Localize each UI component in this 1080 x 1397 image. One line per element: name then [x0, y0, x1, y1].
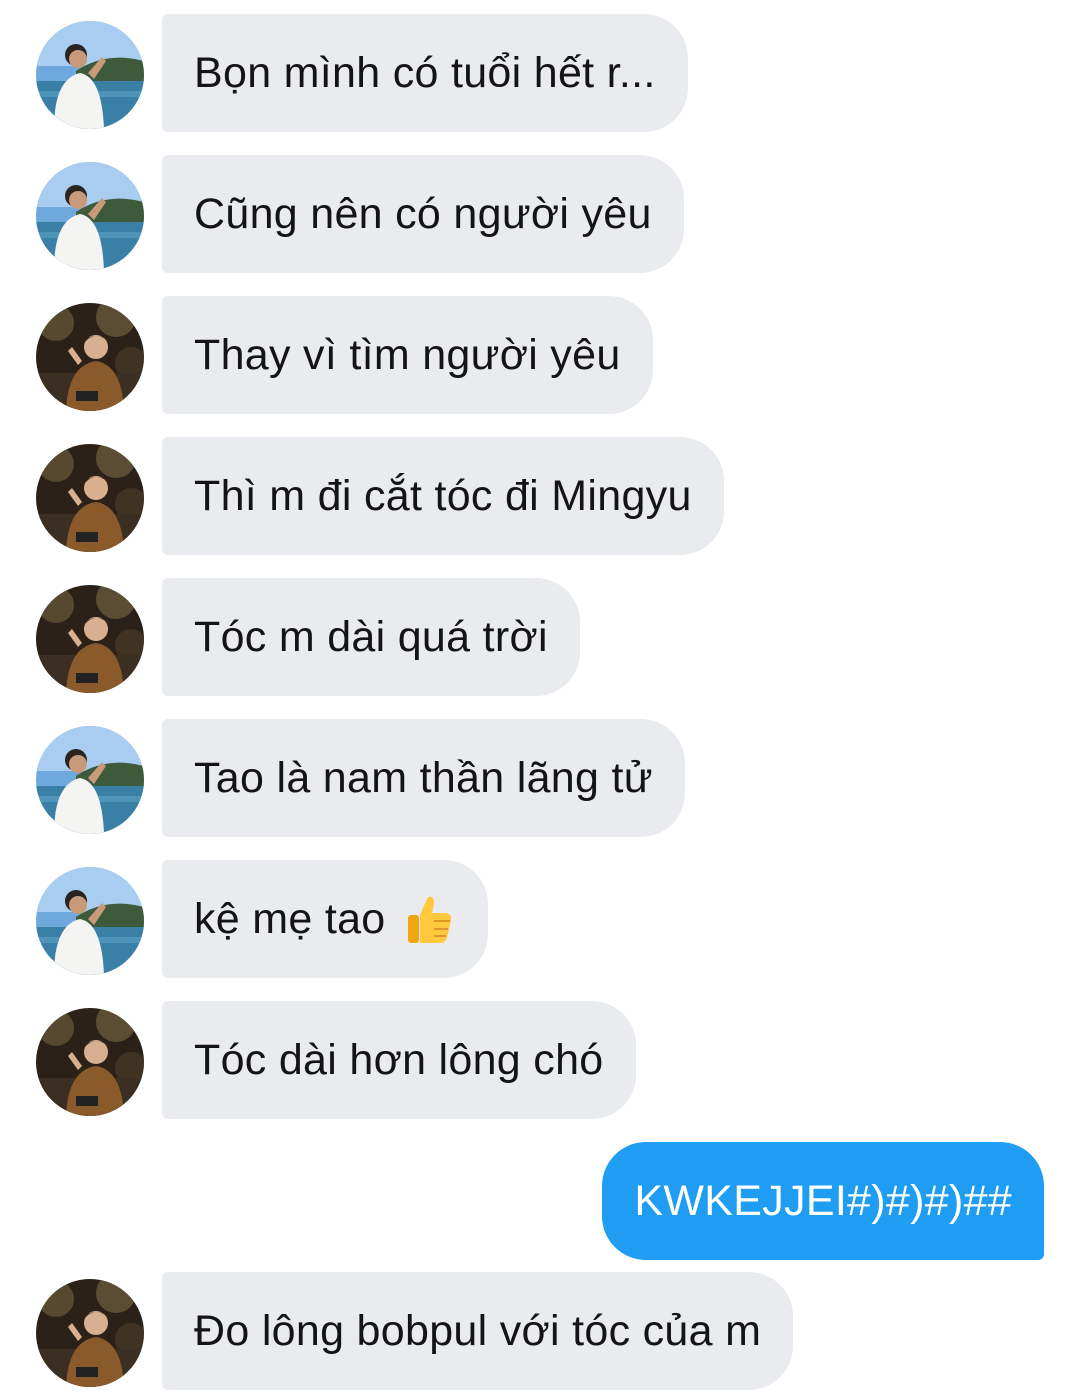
- message-bubble[interactable]: Cũng nên có người yêu: [162, 155, 684, 273]
- avatar[interactable]: [36, 303, 144, 411]
- avatar[interactable]: [36, 1279, 144, 1387]
- avatar-park-image: [36, 1008, 144, 1116]
- message-bubble[interactable]: Thay vì tìm người yêu: [162, 296, 653, 414]
- message-row: Bọn mình có tuổi hết r...: [0, 14, 1080, 132]
- avatar[interactable]: [36, 867, 144, 975]
- avatar[interactable]: [36, 585, 144, 693]
- avatar-lake-image: [36, 726, 144, 834]
- message-row: Tóc dài hơn lông chó: [0, 1001, 1080, 1119]
- message-row: Thì m đi cắt tóc đi Mingyu: [0, 437, 1080, 555]
- avatar-lake-image: [36, 162, 144, 270]
- thumbs-up-icon: [400, 891, 456, 947]
- message-bubble[interactable]: Tóc dài hơn lông chó: [162, 1001, 636, 1119]
- message-bubble[interactable]: Tao là nam thần lãng tử: [162, 719, 685, 837]
- message-bubble-sent[interactable]: KWKEJJEI#)#)#)##: [602, 1142, 1044, 1260]
- message-text: Tóc m dài quá trời: [194, 612, 548, 661]
- message-bubble[interactable]: kệ mẹ tao: [162, 860, 488, 978]
- message-text: Tao là nam thần lãng tử: [194, 753, 653, 802]
- message-row: Tao là nam thần lãng tử: [0, 719, 1080, 837]
- message-text: kệ mẹ tao: [194, 894, 386, 943]
- avatar[interactable]: [36, 726, 144, 834]
- avatar-park-image: [36, 444, 144, 552]
- avatar[interactable]: [36, 21, 144, 129]
- avatar-park-image: [36, 303, 144, 411]
- message-row: KWKEJJEI#)#)#)##: [0, 1142, 1080, 1260]
- message-row: Thay vì tìm người yêu: [0, 296, 1080, 414]
- message-bubble[interactable]: Đo lông bobpul với tóc của m: [162, 1272, 794, 1390]
- message-text: Thì m đi cắt tóc đi Mingyu: [194, 471, 692, 520]
- message-text: Bọn mình có tuổi hết r...: [194, 48, 656, 97]
- avatar-lake-image: [36, 867, 144, 975]
- avatar[interactable]: [36, 444, 144, 552]
- message-row: Cũng nên có người yêu: [0, 155, 1080, 273]
- avatar[interactable]: [36, 162, 144, 270]
- avatar[interactable]: [36, 1008, 144, 1116]
- message-bubble[interactable]: Thì m đi cắt tóc đi Mingyu: [162, 437, 724, 555]
- message-text: Thay vì tìm người yêu: [194, 330, 621, 379]
- message-bubble[interactable]: Tóc m dài quá trời: [162, 578, 580, 696]
- message-text: Tóc dài hơn lông chó: [194, 1035, 604, 1084]
- avatar-lake-image: [36, 21, 144, 129]
- message-text: KWKEJJEI#)#)#)##: [634, 1176, 1012, 1225]
- message-text: Đo lông bobpul với tóc của m: [194, 1306, 762, 1355]
- chat-thread: Bọn mình có tuổi hết r... Cũng nên có ng…: [0, 0, 1080, 1397]
- avatar-park-image: [36, 1279, 144, 1387]
- message-row: Đo lông bobpul với tóc của m: [0, 1272, 1080, 1390]
- message-text: Cũng nên có người yêu: [194, 189, 652, 238]
- message-row: Tóc m dài quá trời: [0, 578, 1080, 696]
- message-row: kệ mẹ tao: [0, 860, 1080, 978]
- avatar-park-image: [36, 585, 144, 693]
- message-bubble[interactable]: Bọn mình có tuổi hết r...: [162, 14, 688, 132]
